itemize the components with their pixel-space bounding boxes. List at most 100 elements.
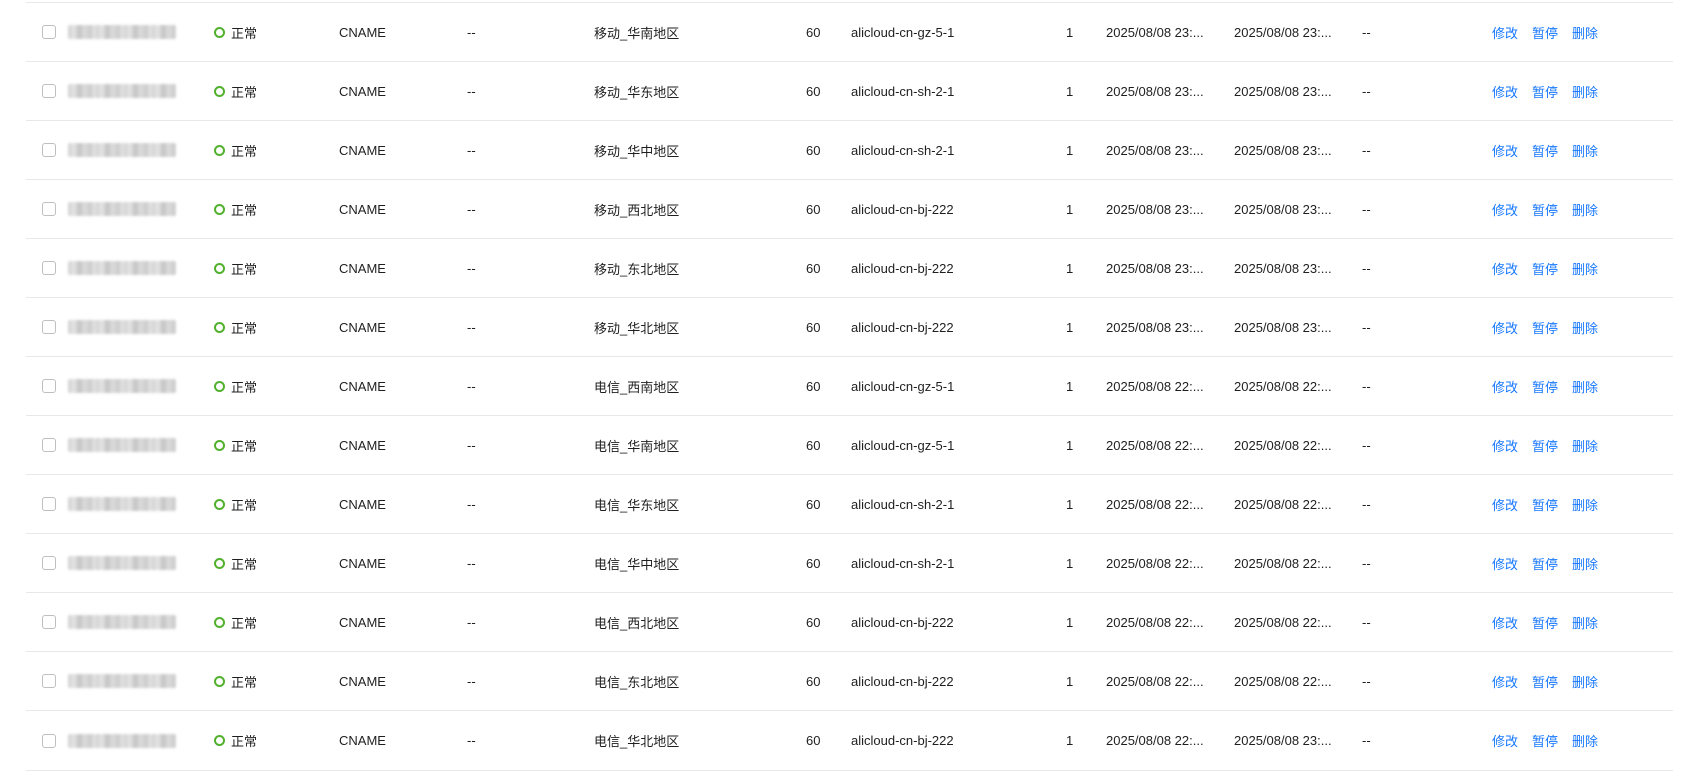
row-select-checkbox[interactable] [42, 25, 56, 39]
weight-value: 1 [1066, 496, 1074, 512]
pause-button[interactable]: 暂停 [1532, 259, 1558, 278]
created-time: 2025/08/08 23:... [1106, 83, 1204, 99]
table-row: 正常 CNAME -- 移动_华中地区 60 alicloud-cn-sh-2-… [26, 121, 1673, 180]
delete-button[interactable]: 删除 [1572, 731, 1598, 750]
delete-button[interactable]: 删除 [1572, 82, 1598, 101]
pause-button[interactable]: 暂停 [1532, 613, 1558, 632]
delete-button[interactable]: 删除 [1572, 554, 1598, 573]
table-row: 正常 CNAME -- 电信_华东地区 60 alicloud-cn-sh-2-… [26, 475, 1673, 534]
pause-button[interactable]: 暂停 [1532, 554, 1558, 573]
edit-button[interactable]: 修改 [1492, 23, 1518, 42]
pause-button[interactable]: 暂停 [1532, 377, 1558, 396]
host-record-redacted [68, 733, 176, 748]
edit-button[interactable]: 修改 [1492, 259, 1518, 278]
status-text: 正常 [231, 261, 258, 277]
record-type: CNAME [339, 260, 386, 276]
row-actions: 修改 暂停 删除 [1492, 475, 1598, 533]
delete-button[interactable]: 删除 [1572, 200, 1598, 219]
record-type: CNAME [339, 83, 386, 99]
status-cell: 正常 [214, 180, 257, 238]
row-actions: 修改 暂停 删除 [1492, 357, 1598, 415]
row-select-checkbox[interactable] [42, 615, 56, 629]
delete-button[interactable]: 删除 [1572, 318, 1598, 337]
row-select-checkbox[interactable] [42, 497, 56, 511]
edit-button[interactable]: 修改 [1492, 495, 1518, 514]
delete-button[interactable]: 删除 [1572, 141, 1598, 160]
pause-button[interactable]: 暂停 [1532, 436, 1558, 455]
record-type: CNAME [339, 142, 386, 158]
edit-button[interactable]: 修改 [1492, 436, 1518, 455]
status-cell: 正常 [214, 239, 257, 297]
edit-button[interactable]: 修改 [1492, 141, 1518, 160]
row-select-checkbox[interactable] [42, 202, 56, 216]
created-time: 2025/08/08 22:... [1106, 733, 1204, 748]
pause-button[interactable]: 暂停 [1532, 23, 1558, 42]
edit-button[interactable]: 修改 [1492, 318, 1518, 337]
row-select-checkbox[interactable] [42, 379, 56, 393]
status-text: 正常 [231, 25, 258, 41]
weight-value: 1 [1066, 260, 1074, 276]
ttl-value: 60 [806, 201, 821, 217]
isp-line: -- [467, 437, 476, 453]
updated-time: 2025/08/08 23:... [1234, 24, 1332, 40]
edit-button[interactable]: 修改 [1492, 82, 1518, 101]
remark: -- [1362, 437, 1371, 453]
status-cell: 正常 [214, 593, 257, 651]
row-select-checkbox[interactable] [42, 674, 56, 688]
resolution-line: 移动_华东地区 [594, 84, 680, 100]
pause-button[interactable]: 暂停 [1532, 200, 1558, 219]
created-time: 2025/08/08 22:... [1106, 496, 1204, 512]
pause-button[interactable]: 暂停 [1532, 141, 1558, 160]
host-record-redacted [68, 615, 176, 629]
pause-button[interactable]: 暂停 [1532, 731, 1558, 750]
remark: -- [1362, 319, 1371, 335]
edit-button[interactable]: 修改 [1492, 377, 1518, 396]
ttl-value: 60 [806, 83, 821, 99]
row-select-checkbox[interactable] [42, 733, 56, 748]
row-select-checkbox[interactable] [42, 143, 56, 157]
delete-button[interactable]: 删除 [1572, 23, 1598, 42]
delete-button[interactable]: 删除 [1572, 377, 1598, 396]
record-value: alicloud-cn-sh-2-1 [851, 83, 955, 99]
ttl-value: 60 [806, 260, 821, 276]
status-text: 正常 [231, 320, 258, 336]
edit-button[interactable]: 修改 [1492, 731, 1518, 750]
pause-button[interactable]: 暂停 [1532, 672, 1558, 691]
pause-button[interactable]: 暂停 [1532, 495, 1558, 514]
row-select-checkbox[interactable] [42, 438, 56, 452]
record-type: CNAME [339, 24, 386, 40]
row-select-checkbox[interactable] [42, 320, 56, 334]
isp-line: -- [467, 83, 476, 99]
status-ok-icon [214, 498, 225, 510]
record-value: alicloud-cn-sh-2-1 [851, 142, 955, 158]
host-record-redacted [68, 379, 176, 393]
host-record-redacted [68, 261, 176, 275]
remark: -- [1362, 733, 1371, 748]
delete-button[interactable]: 删除 [1572, 613, 1598, 632]
edit-button[interactable]: 修改 [1492, 200, 1518, 219]
row-select-checkbox[interactable] [42, 84, 56, 98]
row-select-checkbox[interactable] [42, 261, 56, 275]
delete-button[interactable]: 删除 [1572, 436, 1598, 455]
weight-value: 1 [1066, 83, 1074, 99]
delete-button[interactable]: 删除 [1572, 495, 1598, 514]
pause-button[interactable]: 暂停 [1532, 318, 1558, 337]
isp-line: -- [467, 614, 476, 630]
resolution-line: 移动_西北地区 [594, 202, 680, 218]
resolution-line: 移动_华北地区 [594, 320, 680, 336]
pause-button[interactable]: 暂停 [1532, 82, 1558, 101]
remark: -- [1362, 378, 1371, 394]
row-select-checkbox[interactable] [42, 556, 56, 570]
updated-time: 2025/08/08 23:... [1234, 83, 1332, 99]
resolution-line: 电信_西南地区 [594, 379, 680, 395]
edit-button[interactable]: 修改 [1492, 613, 1518, 632]
delete-button[interactable]: 删除 [1572, 672, 1598, 691]
row-actions: 修改 暂停 删除 [1492, 711, 1598, 770]
remark: -- [1362, 614, 1371, 630]
weight-value: 1 [1066, 378, 1074, 394]
edit-button[interactable]: 修改 [1492, 554, 1518, 573]
status-cell: 正常 [214, 711, 257, 770]
delete-button[interactable]: 删除 [1572, 259, 1598, 278]
record-value: alicloud-cn-gz-5-1 [851, 437, 955, 453]
edit-button[interactable]: 修改 [1492, 672, 1518, 691]
